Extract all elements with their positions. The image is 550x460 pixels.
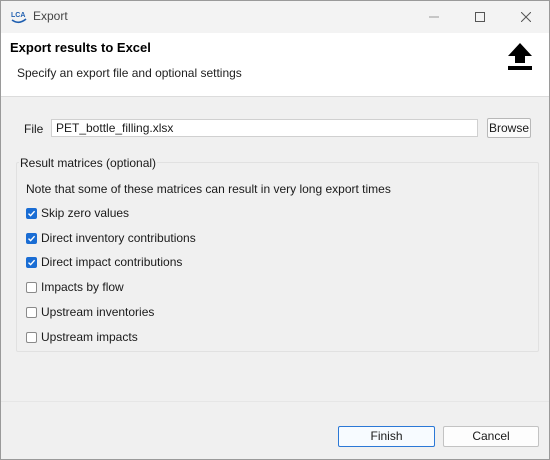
option-direct-inventory-contributions[interactable]: Direct inventory contributions: [26, 230, 196, 246]
group-legend: Result matrices (optional): [19, 156, 158, 170]
footer-divider: [1, 401, 549, 402]
option-upstream-impacts[interactable]: Upstream impacts: [26, 329, 138, 345]
option-direct-impact-contributions[interactable]: Direct impact contributions: [26, 254, 182, 270]
minimize-icon: [429, 16, 439, 18]
page-title: Export results to Excel: [10, 40, 151, 55]
checkbox-checked[interactable]: [26, 232, 37, 244]
title-bar: LCA Export: [1, 1, 549, 33]
close-button[interactable]: [503, 1, 549, 33]
wizard-header: Export results to Excel Specify an expor…: [1, 33, 549, 97]
checkbox[interactable]: [26, 306, 37, 318]
checkbox[interactable]: [26, 331, 37, 343]
option-impacts-by-flow[interactable]: Impacts by flow: [26, 279, 124, 295]
option-label: Skip zero values: [41, 206, 130, 220]
checkmark-icon: [28, 259, 36, 266]
file-input[interactable]: PET_bottle_filling.xlsx: [51, 119, 478, 137]
checkmark-icon: [28, 235, 36, 242]
checkmark-icon: [28, 210, 36, 217]
export-dialog: LCA Export Export results to Excel Speci…: [0, 0, 550, 460]
close-icon: [521, 12, 531, 22]
option-label: Upstream inventories: [41, 305, 155, 319]
file-label: File: [24, 122, 44, 136]
option-label: Impacts by flow: [41, 280, 124, 294]
browse-button[interactable]: Browse: [487, 118, 531, 138]
page-subtitle: Specify an export file and optional sett…: [17, 66, 242, 80]
finish-button[interactable]: Finish: [338, 426, 435, 447]
maximize-button[interactable]: [457, 1, 503, 33]
export-time-note: Note that some of these matrices can res…: [26, 182, 391, 196]
option-label: Upstream impacts: [41, 330, 138, 344]
checkbox[interactable]: [26, 281, 37, 293]
app-logo-icon: LCA: [11, 12, 27, 24]
maximize-icon: [475, 12, 485, 22]
app-logo-text: LCA: [11, 12, 25, 19]
checkbox-checked[interactable]: [26, 207, 37, 219]
checkbox-checked[interactable]: [26, 256, 37, 268]
minimize-button[interactable]: [411, 1, 457, 33]
window-title: Export: [33, 9, 68, 23]
option-skip-zero-values[interactable]: Skip zero values: [26, 205, 129, 221]
export-upload-icon: [508, 43, 532, 70]
option-label: Direct inventory contributions: [41, 231, 196, 245]
cancel-button[interactable]: Cancel: [443, 426, 539, 447]
option-upstream-inventories[interactable]: Upstream inventories: [26, 304, 154, 320]
option-label: Direct impact contributions: [41, 255, 183, 269]
